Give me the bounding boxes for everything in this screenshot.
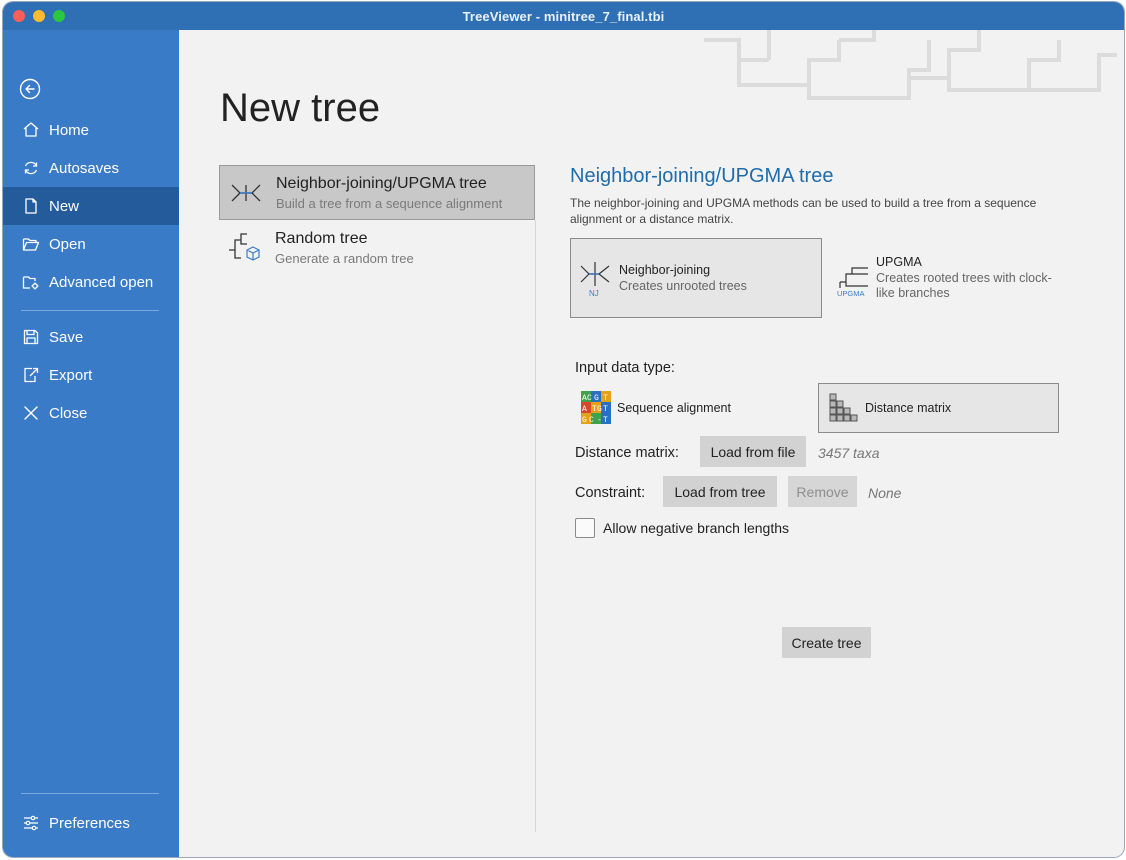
svg-text:A: A <box>582 405 587 414</box>
close-icon <box>21 403 41 423</box>
zoom-window-button[interactable] <box>53 10 65 22</box>
svg-text:NJ: NJ <box>589 289 599 298</box>
sidebar-item-advanced-open[interactable]: Advanced open <box>3 263 179 301</box>
sidebar-item-label: Preferences <box>49 814 130 832</box>
sidebar: Home Autosaves New Open Advanced open Sa… <box>3 30 179 857</box>
random-tree-icon <box>229 232 260 261</box>
data-type-label: Distance matrix <box>865 401 952 415</box>
distance-matrix-value: 3457 taxa <box>818 445 880 461</box>
minimize-window-button[interactable] <box>33 10 45 22</box>
list-item-subtitle: Generate a random tree <box>275 250 414 266</box>
svg-text:C: C <box>587 394 592 403</box>
allow-negative-branch-checkbox[interactable] <box>575 518 595 538</box>
create-tree-button[interactable]: Create tree <box>782 627 871 658</box>
tree-decoration-graphic <box>704 30 1117 100</box>
distance-matrix-icon <box>829 393 858 422</box>
tree-type-random[interactable]: Random tree Generate a random tree <box>219 220 535 275</box>
sidebar-item-autosaves[interactable]: Autosaves <box>3 149 179 187</box>
sidebar-item-label: New <box>49 197 80 215</box>
refresh-icon <box>21 158 41 178</box>
svg-text:T: T <box>603 405 608 414</box>
new-file-icon <box>21 196 41 216</box>
sidebar-divider <box>21 793 159 794</box>
distance-matrix-label: Distance matrix: <box>575 445 679 461</box>
sidebar-item-label: Open <box>49 235 86 253</box>
allow-negative-branch-label: Allow negative branch lengths <box>603 520 790 536</box>
nj-method-icon: NJ <box>580 262 610 298</box>
folder-open-icon <box>21 234 41 254</box>
sliders-icon <box>21 813 41 833</box>
svg-text:-: - <box>597 416 602 425</box>
load-distance-matrix-button[interactable]: Load from file <box>700 436 806 467</box>
sequence-alignment-icon: A C G T A T G T G C - T <box>581 391 611 425</box>
export-icon <box>21 365 41 385</box>
back-button[interactable] <box>19 78 41 100</box>
folder-gear-icon <box>21 272 41 292</box>
sidebar-item-preferences[interactable]: Preferences <box>3 804 179 842</box>
sidebar-item-label: Export <box>49 366 93 384</box>
method-upgma-button[interactable]: UPGMA UPGMA Creates rooted trees with cl… <box>834 238 1074 318</box>
detail-title: Neighbor-joining/UPGMA tree <box>570 165 834 187</box>
sidebar-divider <box>21 310 159 311</box>
save-icon <box>21 327 41 347</box>
home-icon <box>21 120 41 140</box>
sidebar-item-label: Save <box>49 328 84 346</box>
upgma-method-icon: UPGMA <box>837 267 868 298</box>
detail-description: The neighbor-joining and UPGMA methods c… <box>570 196 1037 226</box>
title-bar: TreeViewer - minitree_7_final.tbi <box>3 2 1124 30</box>
window-controls <box>13 10 65 22</box>
svg-text:G: G <box>597 405 602 414</box>
method-neighbor-joining-button[interactable]: NJ Neighbor-joining Creates unrooted tre… <box>570 238 822 318</box>
svg-text:C: C <box>589 416 594 425</box>
list-item-subtitle: Build a tree from a sequence alignment <box>276 195 503 211</box>
sidebar-item-open[interactable]: Open <box>3 225 179 263</box>
method-title: Neighbor-joining <box>619 262 711 277</box>
method-subtitle: Creates unrooted trees <box>619 278 747 293</box>
svg-text:G: G <box>594 394 599 403</box>
svg-text:UPGMA: UPGMA <box>837 289 865 298</box>
list-item-title: Random tree <box>275 229 368 247</box>
main-content: New tree Neighbor-joining/UPGMA tree Bui… <box>179 30 1124 857</box>
input-data-type-label: Input data type: <box>575 360 675 376</box>
constraint-label: Constraint: <box>575 485 646 501</box>
svg-text:T: T <box>603 394 608 403</box>
data-type-label: Sequence alignment <box>617 401 731 415</box>
back-arrow-icon <box>19 78 41 100</box>
close-window-button[interactable] <box>13 10 25 22</box>
sidebar-item-home[interactable]: Home <box>3 111 179 149</box>
tree-type-neighbor-joining[interactable]: Neighbor-joining/UPGMA tree Build a tree… <box>219 165 535 220</box>
data-type-distance-matrix-button[interactable]: Distance matrix <box>818 383 1059 433</box>
load-constraint-button[interactable]: Load from tree <box>663 476 777 507</box>
sidebar-item-export[interactable]: Export <box>3 356 179 394</box>
remove-constraint-button[interactable]: Remove <box>788 476 857 507</box>
sidebar-item-new[interactable]: New <box>3 187 179 225</box>
page-title: New tree <box>220 86 381 130</box>
constraint-value: None <box>868 485 902 501</box>
window-title: TreeViewer - minitree_7_final.tbi <box>462 8 665 24</box>
sidebar-item-close[interactable]: Close <box>3 394 179 432</box>
svg-text:G: G <box>582 416 587 425</box>
svg-text:T: T <box>603 416 608 425</box>
data-type-sequence-alignment-button[interactable]: A C G T A T G T G C - T Sequence alignme <box>575 383 813 433</box>
sidebar-item-label: Home <box>49 121 90 139</box>
nj-tree-icon <box>231 184 261 201</box>
sidebar-item-label: Close <box>49 404 88 422</box>
list-item-title: Neighbor-joining/UPGMA tree <box>276 174 487 192</box>
panel-divider <box>535 220 536 832</box>
method-subtitle: Creates rooted trees with clock-like bra… <box>876 271 1052 300</box>
app-window: TreeViewer - minitree_7_final.tbi Home A… <box>3 2 1124 857</box>
sidebar-item-label: Advanced open <box>49 273 154 291</box>
method-title: UPGMA <box>876 255 922 269</box>
sidebar-item-label: Autosaves <box>49 159 120 177</box>
sidebar-item-save[interactable]: Save <box>3 318 179 356</box>
